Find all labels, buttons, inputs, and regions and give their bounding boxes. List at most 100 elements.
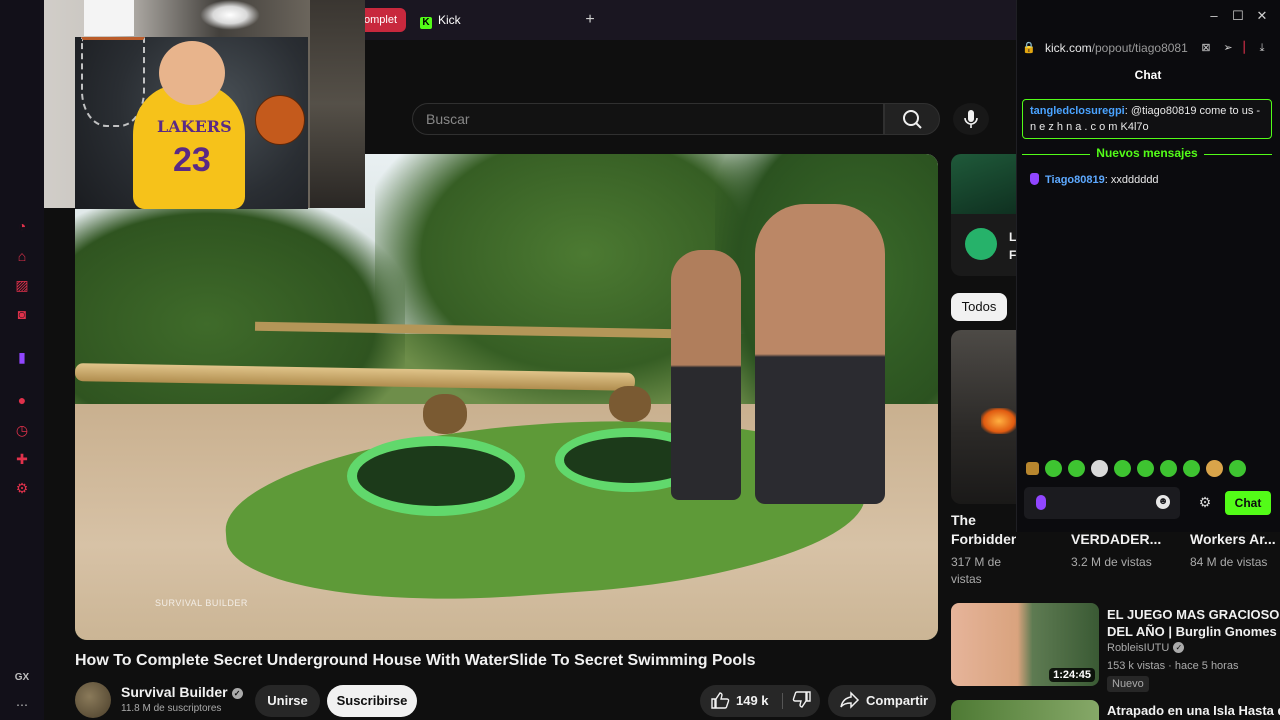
tab-kick[interactable]: K Kick (414, 8, 574, 32)
subscribe-button[interactable]: Suscribirse (327, 685, 417, 717)
recommended-title-2[interactable]: Atrapado en una Isla Hasta que (1107, 702, 1280, 719)
emote-5[interactable] (1137, 460, 1154, 477)
url-host: kick.com (1045, 41, 1092, 55)
video-person-left (671, 250, 741, 500)
pinned-message[interactable]: tangledclosuregpi: @tiago80819 come to u… (1022, 99, 1272, 139)
short-thumbnail-glow (981, 408, 1016, 434)
voice-search-button[interactable] (953, 103, 989, 135)
overlay-character-head (159, 41, 225, 105)
recommended-channel-1[interactable]: RobleisIUTU ✓ (1107, 642, 1185, 654)
verified-icon: ✓ (231, 688, 243, 699)
quick-emote-bar (1026, 460, 1276, 478)
close-button[interactable]: ✕ (1250, 8, 1274, 24)
channel-name[interactable]: Survival Builder ✓ (121, 684, 243, 700)
emote-8[interactable] (1206, 460, 1223, 477)
maximize-button[interactable]: ☐ (1226, 8, 1250, 24)
channel-avatar[interactable] (75, 682, 111, 718)
settings-gear-icon[interactable]: ⚙ (12, 478, 32, 498)
channel-name-text: Survival Builder (121, 684, 228, 700)
ad-subtitle-fragment: F (1009, 248, 1016, 262)
chat-message-user[interactable]: Tiago80819 (1045, 174, 1105, 186)
join-button[interactable]: Unirse (255, 685, 320, 717)
ad-title-fragment: L (1009, 230, 1016, 244)
gx-news-icon[interactable]: ▨ (12, 275, 32, 295)
overlay-jersey-number: 23 (173, 141, 211, 179)
recommended-thumbnail-2[interactable] (951, 700, 1099, 720)
like-dislike-group: 149 k (700, 685, 820, 717)
pinned-message-user[interactable]: tangledclosuregpi (1030, 105, 1125, 117)
emote-3[interactable] (1091, 460, 1108, 477)
gx-control-icon[interactable]: ◔ (12, 216, 32, 236)
short-views-1: 317 M de (951, 555, 1002, 569)
download-icon[interactable]: ⤓ (1254, 36, 1270, 60)
lock-icon: 🔒 (1022, 42, 1036, 54)
thumbs-up-icon (711, 692, 730, 709)
short-title-1b[interactable]: Forbidden ... (951, 531, 1016, 547)
history-icon[interactable]: ◷ (12, 420, 32, 440)
gx-label[interactable]: GX (8, 672, 36, 683)
twitch-icon[interactable]: ▮ (12, 347, 32, 367)
emoji-picker-icon[interactable]: ☻ (1156, 495, 1170, 509)
minimize-button[interactable]: – (1202, 8, 1226, 23)
recommended-channel-name: RobleisIUTU (1107, 642, 1170, 654)
search-input[interactable]: Buscar (412, 103, 884, 135)
webcam-wall (84, 0, 134, 36)
gift-icon[interactable] (1026, 462, 1039, 475)
short-title-3[interactable]: Workers Ar... (1190, 531, 1276, 547)
video-pool-left (347, 436, 525, 516)
extensions-icon[interactable]: ✚ (12, 449, 32, 469)
basketball-overlay-image: LAKERS 23 (75, 37, 308, 209)
chat-message-input[interactable]: ☻ (1024, 487, 1180, 519)
block-icon[interactable]: ⊠ (1198, 36, 1214, 60)
url-path: /popout/tiago8081 (1091, 41, 1188, 55)
popout-url: kick.com/popout/tiago8081 (1045, 36, 1207, 60)
recommended-thumbnail-1[interactable]: 1:24:45 (951, 603, 1099, 686)
tab-active[interactable]: omplet (362, 8, 406, 32)
gx-sidebar: ◔ ⌂ ▨ ◙ ▮ ● ◷ ✚ ⚙ GX ⋯ (0, 0, 44, 720)
new-messages-divider[interactable]: Nuevos mensajes (1022, 146, 1272, 162)
ad-thumbnail (951, 154, 1016, 214)
verified-icon: ✓ (1173, 642, 1185, 653)
send-page-icon[interactable]: ➢ (1220, 36, 1236, 60)
new-badge: Nuevo (1107, 676, 1149, 692)
microphone-badge-icon (1030, 173, 1039, 185)
search-icon (903, 110, 922, 129)
ad-logo (965, 228, 997, 260)
thumbs-down-icon (792, 691, 811, 708)
chat-message-text: : xxdddddd (1104, 174, 1159, 186)
kick-logo-icon: K (420, 17, 432, 29)
video-duration: 1:24:45 (1049, 668, 1095, 682)
short-thumbnail[interactable] (951, 330, 1016, 504)
search-button[interactable] (884, 103, 940, 135)
short-title-1[interactable]: The (951, 512, 976, 528)
microphone-icon (964, 110, 978, 128)
emote-6[interactable] (1160, 460, 1177, 477)
gx-cleaner-icon[interactable]: ⌂ (12, 246, 32, 266)
sidebar-ad-card[interactable]: L F (951, 154, 1016, 276)
subscriber-count: 11.8 M de suscriptores (121, 703, 222, 714)
video-player[interactable]: SURVIVAL BUILDER (75, 154, 938, 640)
emote-9[interactable] (1229, 460, 1246, 477)
emote-2[interactable] (1068, 460, 1085, 477)
emote-7[interactable] (1183, 460, 1200, 477)
share-label: Compartir (866, 693, 929, 708)
new-messages-label: Nuevos mensajes (1092, 146, 1202, 160)
emote-1[interactable] (1045, 460, 1062, 477)
basketball (255, 95, 305, 145)
music-player-icon[interactable]: ● (12, 390, 32, 410)
chat-settings-icon[interactable]: ⚙ (1196, 493, 1214, 511)
video-watermark: SURVIVAL BUILDER (155, 598, 248, 608)
share-button[interactable]: Compartir (828, 685, 936, 717)
filter-chip-todos[interactable]: Todos (951, 293, 1007, 321)
like-button[interactable]: 149 k (708, 685, 782, 717)
gx-more-button[interactable]: ⋯ (8, 698, 36, 712)
new-tab-button[interactable]: + (582, 11, 598, 29)
webcam-easel (310, 0, 365, 208)
short-title-2[interactable]: VERDADER... (1071, 531, 1161, 547)
dislike-button[interactable] (786, 685, 818, 717)
chat-send-button[interactable]: Chat (1225, 491, 1271, 515)
recommended-title-1[interactable]: EL JUEGO MAS GRACIOSO DEL AÑO | Burglin … (1107, 606, 1280, 640)
gx-messenger-icon[interactable]: ◙ (12, 304, 32, 324)
popout-address-bar[interactable]: 🔒 kick.com/popout/tiago8081 ⊠ ➢ ▏ ⤓ (1016, 36, 1280, 60)
emote-4[interactable] (1114, 460, 1131, 477)
